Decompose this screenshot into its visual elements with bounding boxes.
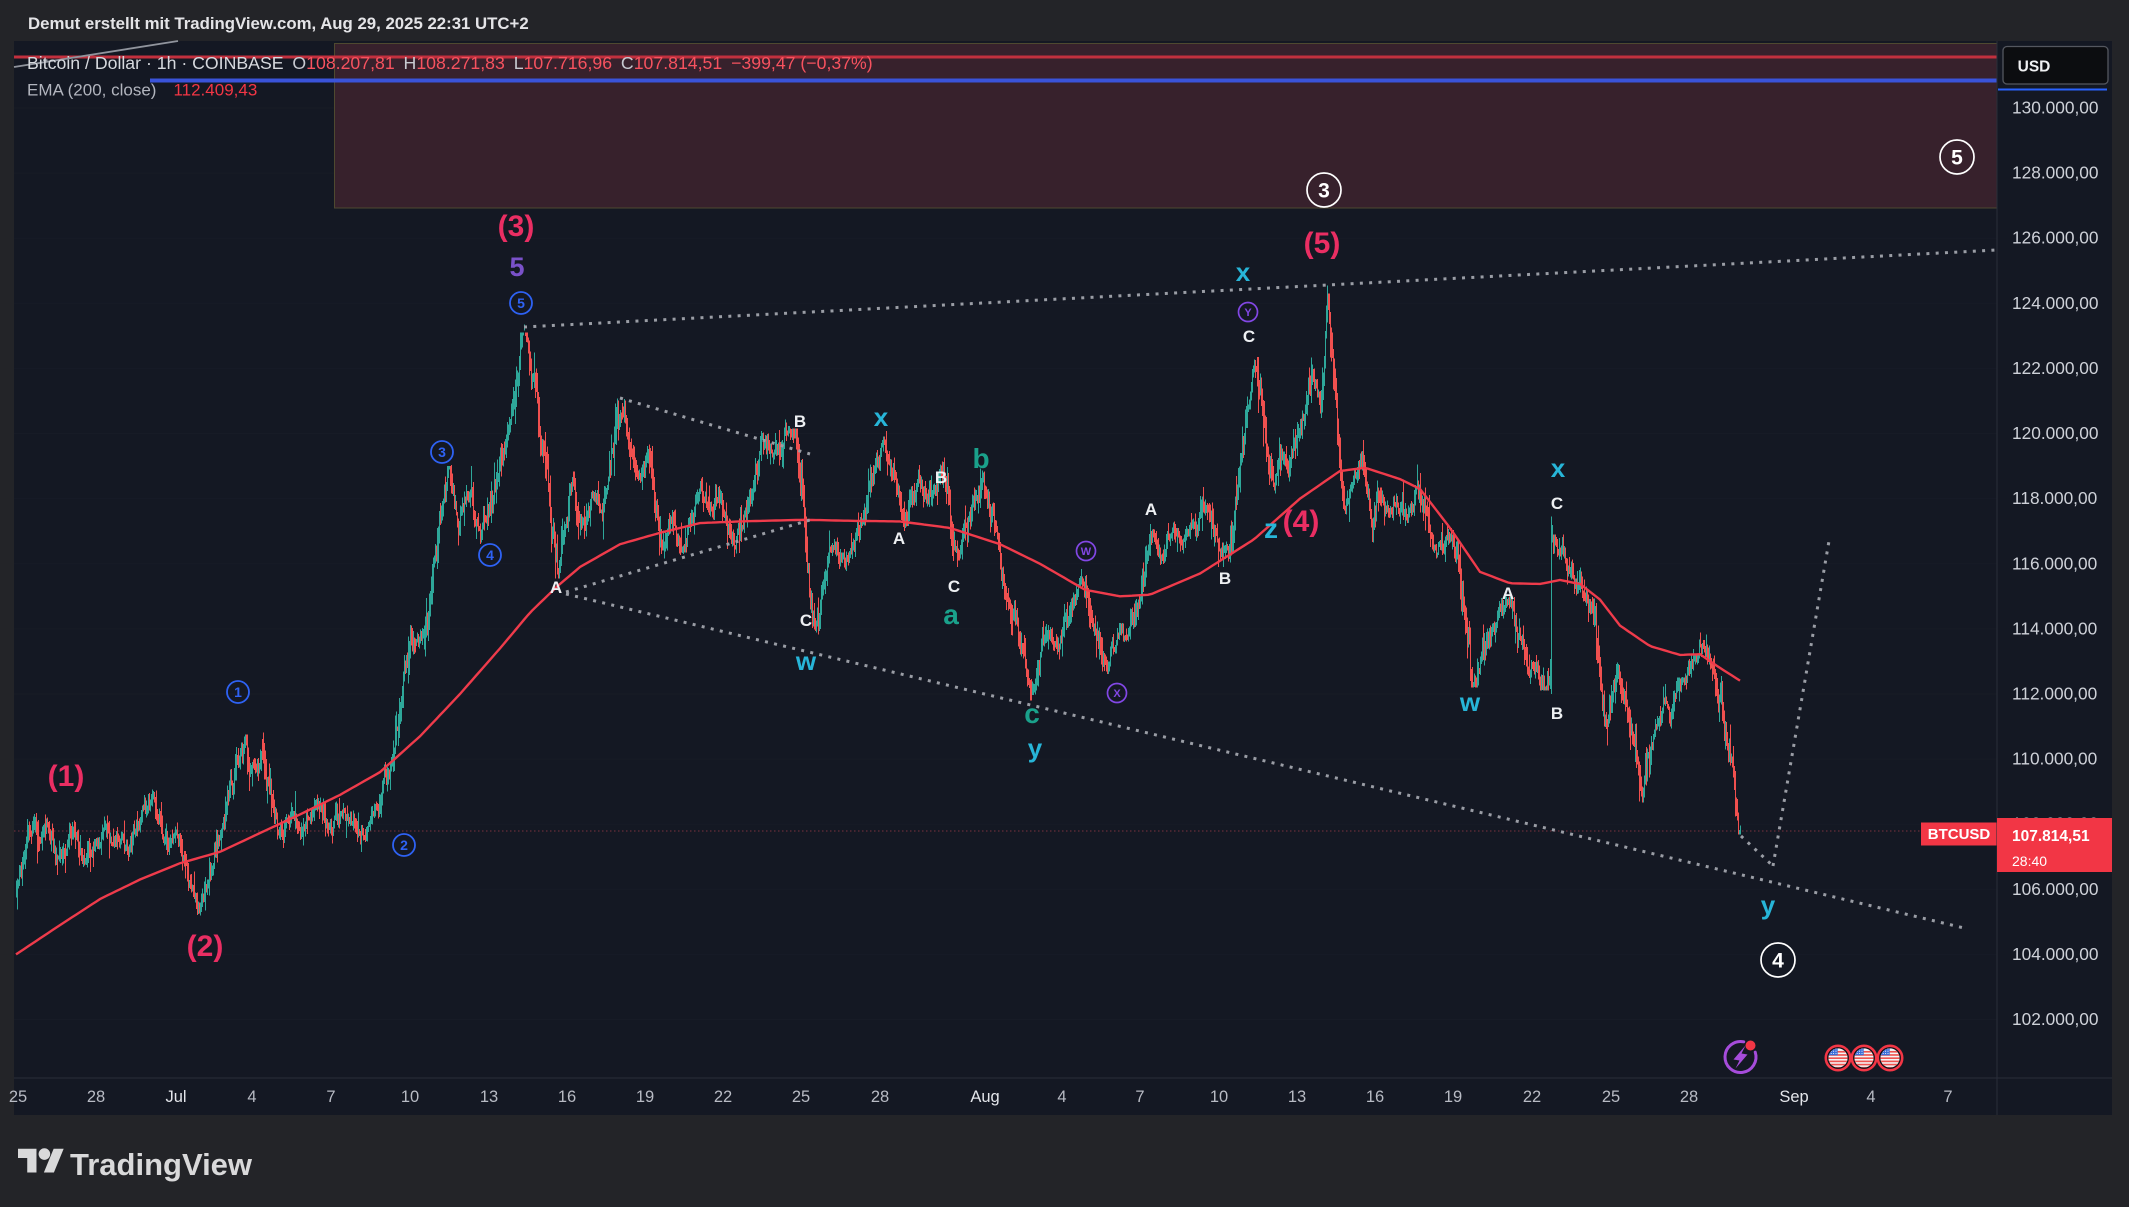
svg-text:5: 5 — [1951, 146, 1963, 169]
svg-text:112.000,00: 112.000,00 — [2012, 684, 2097, 704]
svg-text:25: 25 — [9, 1088, 27, 1106]
svg-text:10: 10 — [1210, 1088, 1228, 1106]
svg-text:107.814,51: 107.814,51 — [2012, 828, 2090, 845]
svg-text:Bitcoin / Dollar · 1h · COINBA: Bitcoin / Dollar · 1h · COINBASE O108.20… — [27, 53, 873, 73]
svg-text:A: A — [550, 578, 562, 597]
svg-text:130.000,00: 130.000,00 — [2012, 98, 2099, 118]
svg-text:(3): (3) — [498, 210, 535, 243]
svg-text:x: x — [1551, 453, 1566, 483]
svg-text:y: y — [1761, 890, 1776, 920]
svg-text:x: x — [1236, 257, 1251, 287]
svg-text:C: C — [800, 611, 812, 630]
svg-text:c: c — [1024, 698, 1040, 729]
svg-text:B: B — [794, 412, 806, 431]
svg-text:19: 19 — [1444, 1088, 1462, 1106]
svg-text:B: B — [1219, 569, 1231, 588]
svg-text:116.000,00: 116.000,00 — [2012, 553, 2097, 573]
svg-text:C: C — [1551, 494, 1563, 513]
svg-text:104.000,00: 104.000,00 — [2012, 944, 2099, 964]
svg-text:16: 16 — [1366, 1088, 1384, 1106]
svg-text:(4): (4) — [1283, 505, 1320, 538]
svg-text:13: 13 — [480, 1088, 498, 1106]
svg-text:4: 4 — [1772, 949, 1784, 972]
svg-text:W: W — [1081, 546, 1092, 558]
svg-text:x: x — [874, 402, 889, 432]
svg-text:28: 28 — [87, 1088, 105, 1106]
svg-text:7: 7 — [1943, 1088, 1952, 1106]
svg-text:a: a — [943, 599, 959, 630]
svg-text:A: A — [1502, 584, 1514, 603]
svg-text:5: 5 — [509, 252, 524, 282]
svg-text:X: X — [1113, 688, 1121, 700]
svg-text:EMA (200, close) 112.409,43: EMA (200, close) 112.409,43 — [27, 81, 257, 100]
svg-text:C: C — [1243, 327, 1255, 346]
svg-text:TradingView: TradingView — [70, 1147, 253, 1182]
svg-text:120.000,00: 120.000,00 — [2012, 423, 2099, 443]
svg-text:Sep: Sep — [1779, 1088, 1808, 1106]
svg-text:4: 4 — [486, 547, 494, 563]
svg-text:2: 2 — [400, 837, 408, 853]
svg-text:118.000,00: 118.000,00 — [2012, 488, 2097, 508]
svg-text:4: 4 — [1866, 1088, 1875, 1106]
svg-text:16: 16 — [558, 1088, 576, 1106]
svg-text:w: w — [1459, 687, 1481, 717]
svg-text:114.000,00: 114.000,00 — [2012, 618, 2097, 638]
svg-text:28: 28 — [1680, 1088, 1698, 1106]
svg-text:C: C — [948, 577, 960, 596]
svg-text:B: B — [935, 468, 947, 487]
svg-text:5: 5 — [517, 295, 525, 311]
svg-text:3: 3 — [438, 444, 446, 460]
svg-text:BTCUSD: BTCUSD — [1928, 826, 1991, 843]
svg-text:110.000,00: 110.000,00 — [2012, 749, 2097, 769]
svg-text:25: 25 — [792, 1088, 810, 1106]
svg-text:1: 1 — [234, 684, 242, 700]
svg-text:19: 19 — [636, 1088, 654, 1106]
svg-text:3: 3 — [1318, 179, 1330, 202]
svg-text:126.000,00: 126.000,00 — [2012, 228, 2099, 248]
svg-text:B: B — [1551, 704, 1563, 723]
svg-text:Jul: Jul — [165, 1088, 186, 1106]
svg-text:A: A — [1145, 500, 1157, 519]
svg-text:Demut erstellt mit TradingView: Demut erstellt mit TradingView.com, Aug … — [28, 14, 529, 33]
svg-text:(2): (2) — [187, 930, 224, 963]
svg-text:w: w — [795, 646, 817, 676]
svg-text:28:40: 28:40 — [2012, 853, 2047, 869]
svg-text:(5): (5) — [1304, 227, 1341, 260]
svg-text:A: A — [893, 529, 905, 548]
svg-text:13: 13 — [1288, 1088, 1306, 1106]
svg-text:(1): (1) — [48, 760, 85, 793]
svg-text:USD: USD — [2018, 59, 2051, 76]
svg-text:22: 22 — [714, 1088, 732, 1106]
svg-text:122.000,00: 122.000,00 — [2012, 358, 2099, 378]
svg-text:7: 7 — [326, 1088, 335, 1106]
svg-text:Aug: Aug — [970, 1088, 999, 1106]
svg-text:10: 10 — [401, 1088, 419, 1106]
svg-text:4: 4 — [1057, 1088, 1066, 1106]
svg-text:7: 7 — [1135, 1088, 1144, 1106]
svg-text:102.000,00: 102.000,00 — [2012, 1009, 2099, 1029]
svg-text:28: 28 — [871, 1088, 889, 1106]
svg-text:124.000,00: 124.000,00 — [2012, 293, 2099, 313]
svg-text:z: z — [1264, 513, 1278, 544]
svg-text:22: 22 — [1523, 1088, 1541, 1106]
svg-text:128.000,00: 128.000,00 — [2012, 163, 2099, 183]
svg-text:Y: Y — [1244, 307, 1252, 319]
svg-text:4: 4 — [247, 1088, 256, 1106]
svg-text:25: 25 — [1602, 1088, 1620, 1106]
svg-text:b: b — [972, 443, 989, 474]
svg-text:106.000,00: 106.000,00 — [2012, 879, 2099, 899]
svg-text:y: y — [1028, 733, 1043, 763]
